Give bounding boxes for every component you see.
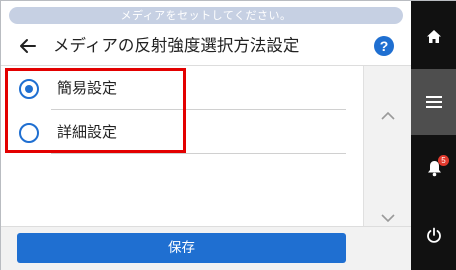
radio-button[interactable]	[19, 123, 39, 143]
option-simple-setting[interactable]: 簡易設定	[1, 67, 363, 111]
power-button[interactable]	[411, 202, 456, 268]
back-arrow-icon	[20, 39, 36, 53]
home-icon	[427, 29, 441, 43]
power-icon	[427, 227, 441, 243]
home-button[interactable]	[411, 3, 456, 69]
scroll-up-button[interactable]	[377, 104, 399, 126]
radio-selected-dot	[25, 85, 33, 93]
menu-icon	[426, 96, 442, 108]
help-button[interactable]: ?	[374, 36, 394, 56]
status-banner: メディアをセットしてください。	[9, 7, 403, 24]
screen: メディアをセットしてください。 メディアの反射強度選択方法設定 ? 簡易設定 詳…	[0, 0, 456, 270]
option-detailed-setting[interactable]: 詳細設定	[1, 111, 363, 155]
options-list: 簡易設定 詳細設定	[1, 66, 363, 226]
option-label: 詳細設定	[57, 123, 118, 141]
scroll-column	[363, 66, 411, 226]
notification-badge: 5	[438, 155, 449, 166]
chevron-up-icon	[381, 111, 395, 120]
menu-button[interactable]	[411, 69, 456, 135]
option-divider	[51, 153, 346, 154]
notification-button[interactable]: 5	[411, 135, 456, 201]
option-divider	[51, 109, 346, 110]
option-label: 簡易設定	[57, 79, 118, 97]
page-title: メディアの反射強度選択方法設定	[53, 36, 300, 55]
radio-button[interactable]	[19, 79, 39, 99]
save-button[interactable]: 保存	[17, 233, 346, 263]
chevron-down-icon	[381, 213, 395, 222]
header: メディアの反射強度選択方法設定 ?	[1, 29, 411, 63]
sidebar: 5	[411, 1, 456, 270]
back-button[interactable]	[15, 33, 41, 59]
footer: 保存	[1, 226, 411, 270]
